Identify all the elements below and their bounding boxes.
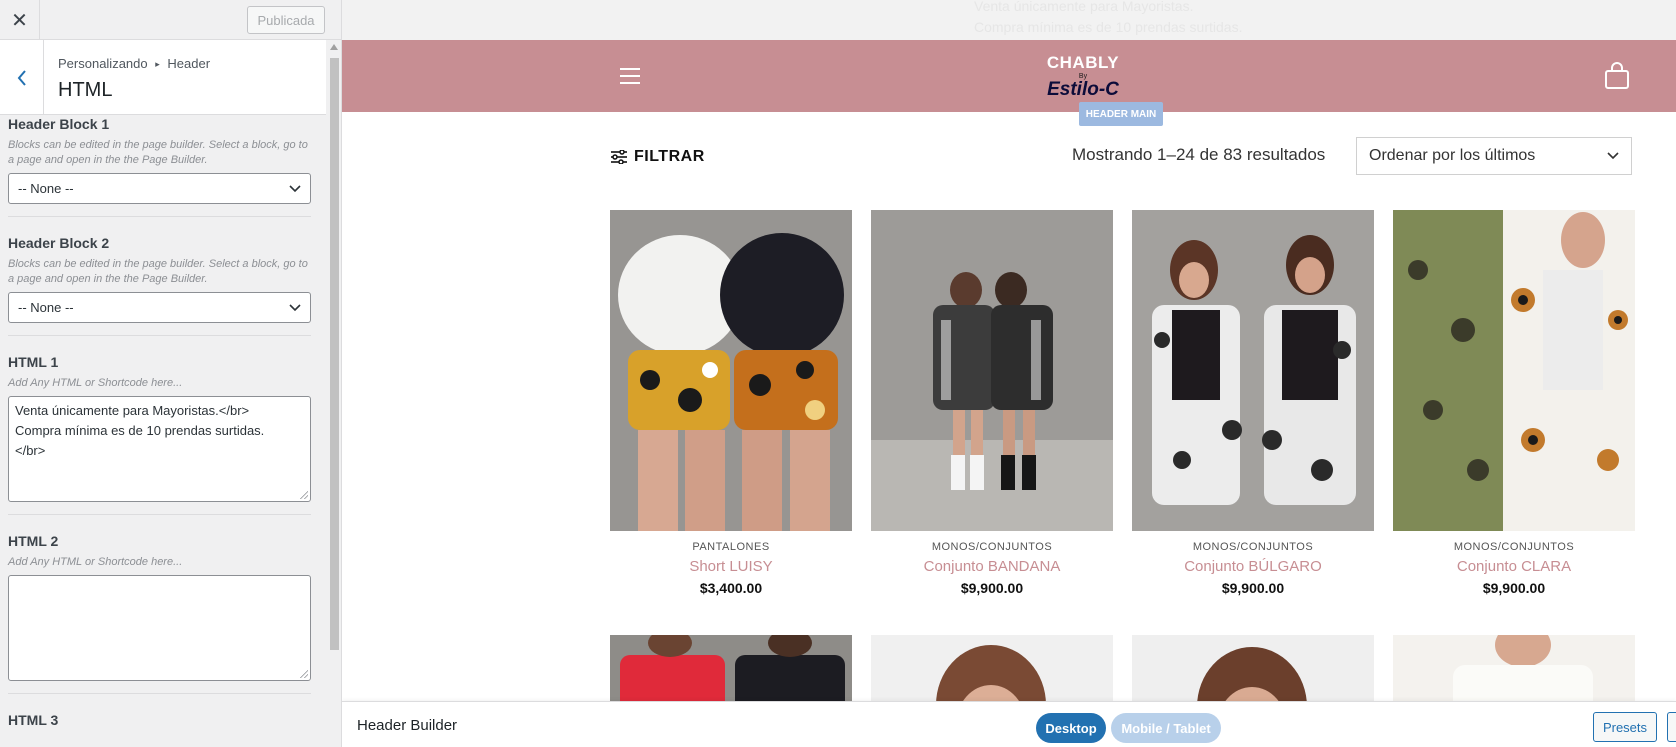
control-label: HTML 3: [8, 712, 59, 728]
product-price: $9,900.00: [1221, 580, 1285, 596]
breadcrumb-section: Header: [167, 56, 211, 71]
product-card[interactable]: MONOS/CONJUNTOS Conjunto BANDANA $9,900.…: [871, 210, 1113, 596]
select-value: -- None --: [18, 300, 74, 315]
filter-label: FILTRAR: [634, 148, 705, 165]
header-builder-bar: Header Builder Desktop Mobile / Tablet P…: [342, 701, 1676, 747]
section-title: HTML: [58, 79, 113, 101]
control-label: Header Block 2: [8, 235, 110, 251]
header-main-badge[interactable]: HEADER MAIN: [1079, 102, 1163, 126]
customizer-topbar: ✕ Publicada: [0, 0, 341, 40]
control-html-2: HTML 2 Add Any HTML or Shortcode here...: [8, 533, 311, 694]
product-image[interactable]: [1132, 210, 1374, 531]
sidebar-scrollbar[interactable]: [326, 40, 341, 747]
chevron-down-icon: [289, 303, 301, 311]
scroll-up-arrow-icon[interactable]: [330, 44, 338, 50]
product-name[interactable]: Conjunto CLARA: [1393, 558, 1635, 575]
product-card[interactable]: MONOS/CONJUNTOS Conjunto BÚLGARO $9,900.…: [1132, 210, 1374, 596]
back-button[interactable]: [0, 40, 44, 115]
top-bar-line-2: Compra mínima es de 10 prendas surtidas.: [974, 19, 1243, 35]
mobile-tablet-tab[interactable]: Mobile / Tablet: [1111, 713, 1221, 743]
header-block-1-select[interactable]: -- None --: [8, 173, 311, 204]
logo-line-3: Estilo-C: [1047, 79, 1119, 100]
site-logo[interactable]: CHABLY By Estilo-C: [1038, 53, 1128, 100]
control-placeholder-hint: Add Any HTML or Shortcode here...: [8, 556, 183, 568]
product-image[interactable]: [610, 210, 852, 531]
product-price: $9,900.00: [1482, 580, 1546, 596]
control-label: Header Block 1: [8, 116, 110, 132]
product-category: MONOS/CONJUNTOS: [931, 541, 1053, 553]
resize-grip-icon[interactable]: [300, 491, 308, 499]
header-main: CHABLY By Estilo-C: [342, 40, 1676, 112]
product-card[interactable]: MONOS/CONJUNTOS Conjunto CLARA $9,900.00: [1393, 210, 1635, 596]
desktop-tab[interactable]: Desktop: [1036, 713, 1106, 743]
breadcrumb-separator: ▸: [155, 59, 160, 69]
builder-extra-button[interactable]: [1667, 712, 1676, 742]
close-customizer-button[interactable]: ✕: [0, 0, 40, 40]
control-label: HTML 2: [8, 533, 59, 549]
sliders-icon: [611, 150, 627, 164]
product-image[interactable]: [1393, 210, 1635, 531]
section-header: Personalizando ▸ Header HTML: [0, 40, 326, 115]
resize-grip-icon[interactable]: [300, 670, 308, 678]
orderby-select[interactable]: Ordenar por los últimos: [1356, 137, 1632, 175]
control-html-3: HTML 3: [8, 712, 311, 746]
hamburger-menu-icon[interactable]: [620, 68, 640, 84]
product-category: MONOS/CONJUNTOS: [1192, 541, 1314, 553]
publish-button[interactable]: Publicada: [247, 6, 325, 34]
control-header-block-2: Header Block 2 Blocks can be edited in t…: [8, 235, 311, 336]
scroll-thumb[interactable]: [330, 58, 339, 650]
textarea-value: Venta únicamente para Mayoristas.</br> C…: [15, 403, 265, 458]
cart-icon[interactable]: [1604, 62, 1630, 90]
chevron-down-icon: [289, 184, 301, 192]
customizer-sidebar: ✕ Publicada Personalizando ▸ Header HTML…: [0, 0, 342, 747]
breadcrumb-root: Personalizando: [58, 56, 148, 71]
breadcrumb: Personalizando ▸ Header: [58, 56, 210, 71]
logo-line-1: CHABLY: [1046, 53, 1120, 72]
product-category: MONOS/CONJUNTOS: [1453, 541, 1575, 553]
product-name[interactable]: Conjunto BÚLGARO: [1132, 558, 1374, 575]
control-html-1: HTML 1 Add Any HTML or Shortcode here...…: [8, 354, 311, 515]
product-category: PANTALONES: [692, 541, 770, 553]
top-bar-line-1: Venta únicamente para Mayoristas.: [974, 0, 1194, 14]
results-count: Mostrando 1–24 de 83 resultados: [1072, 145, 1326, 164]
controls-list: Header Block 1 Blocks can be edited in t…: [8, 116, 311, 747]
product-price: $9,900.00: [960, 580, 1024, 596]
top-bar-message: Venta únicamente para Mayoristas. Compra…: [342, 0, 1676, 40]
product-card[interactable]: PANTALONES Short LUISY $3,400.00: [610, 210, 852, 596]
control-header-block-1: Header Block 1 Blocks can be edited in t…: [8, 116, 311, 217]
chevron-left-icon: [17, 69, 26, 86]
header-block-2-select[interactable]: -- None --: [8, 292, 311, 323]
control-description: Blocks can be edited in the page builder…: [8, 139, 308, 166]
chevron-down-icon: [1607, 152, 1619, 160]
html-2-textarea[interactable]: [8, 575, 311, 681]
builder-title: Header Builder: [357, 717, 458, 734]
product-image[interactable]: [871, 210, 1113, 531]
orderby-value: Ordenar por los últimos: [1369, 147, 1536, 164]
html-1-textarea[interactable]: Venta únicamente para Mayoristas.</br> C…: [8, 396, 311, 502]
control-placeholder-hint: Add Any HTML or Shortcode here...: [8, 377, 183, 389]
control-description: Blocks can be edited in the page builder…: [8, 258, 308, 285]
site-preview: Venta únicamente para Mayoristas. Compra…: [342, 0, 1676, 747]
presets-button[interactable]: Presets: [1593, 712, 1657, 742]
product-name[interactable]: Short LUISY: [610, 558, 852, 575]
product-name[interactable]: Conjunto BANDANA: [871, 558, 1113, 575]
select-value: -- None --: [18, 181, 74, 196]
filter-button[interactable]: FILTRAR: [610, 148, 705, 166]
product-price: $3,400.00: [699, 580, 763, 596]
control-label: HTML 1: [8, 354, 59, 370]
